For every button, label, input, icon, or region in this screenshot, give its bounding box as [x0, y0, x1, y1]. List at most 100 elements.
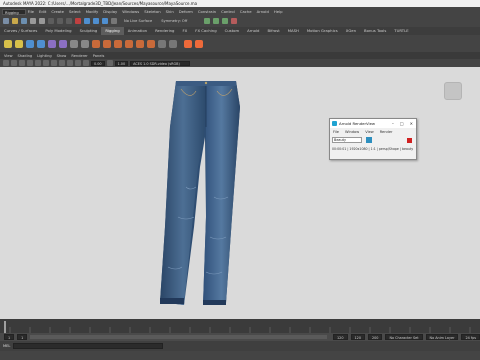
scale-constraint-icon[interactable]	[125, 39, 133, 48]
workspace-selector[interactable]: Rigging	[2, 8, 26, 15]
parent-constraint-icon[interactable]	[92, 39, 100, 48]
arnold-menu-render[interactable]: Render	[380, 130, 393, 134]
panel-menu-view[interactable]: View	[4, 54, 13, 58]
perspective-viewport[interactable]: Arnold RenderView – □ ✕ File Window View…	[0, 67, 480, 319]
redo-icon[interactable]	[39, 18, 45, 24]
symmetry-label[interactable]: Symmetry: Off	[161, 19, 187, 23]
panel-menu-renderer[interactable]: Renderer	[71, 54, 87, 58]
gamma-field[interactable]: 1.00	[114, 60, 129, 66]
sculpt-deformer-icon[interactable]	[195, 39, 203, 48]
xray-icon[interactable]	[75, 60, 81, 66]
menu-edit[interactable]: Edit	[39, 9, 46, 14]
colorspace-dropdown[interactable]: ACES 1.0 SDR-video (sRGB)	[130, 60, 191, 66]
panel-menu-panels[interactable]: Panels	[93, 54, 105, 58]
ik-spline-icon[interactable]	[37, 39, 45, 48]
render-settings-icon[interactable]	[222, 18, 229, 24]
snap-point-icon[interactable]	[93, 18, 99, 24]
snap-curve-icon[interactable]	[84, 18, 90, 24]
menu-file[interactable]: File	[28, 9, 34, 14]
tab-custom[interactable]: Custom	[221, 27, 244, 35]
tab-animation[interactable]: Animation	[124, 27, 151, 35]
camera-icon[interactable]	[3, 60, 9, 66]
render-icon[interactable]	[204, 18, 211, 24]
gamma-icon[interactable]	[106, 60, 113, 66]
select-hierarchy-icon[interactable]	[48, 18, 54, 24]
add-icon[interactable]	[184, 39, 192, 48]
fps-dropdown[interactable]: 24 fps	[461, 334, 480, 340]
menu-skeleton[interactable]: Skeleton	[144, 9, 160, 14]
new-scene-icon[interactable]	[3, 18, 9, 24]
tab-rigging[interactable]: Rigging	[101, 27, 124, 35]
jeans-model[interactable]	[0, 67, 480, 319]
menu-arnold[interactable]: Arnold	[257, 9, 269, 14]
lattice-icon[interactable]	[81, 39, 89, 48]
playback-end-field[interactable]: 120	[333, 334, 348, 340]
menu-skin[interactable]: Skin	[166, 9, 174, 14]
aim-constraint-icon[interactable]	[136, 39, 144, 48]
time-slider[interactable]	[0, 319, 480, 333]
ik-handle-icon[interactable]	[26, 39, 34, 48]
end-frame-field[interactable]: 120	[350, 334, 365, 340]
tab-xgen[interactable]: XGen	[342, 27, 360, 35]
arnold-menu-file[interactable]: File	[333, 130, 339, 134]
snap-view-icon[interactable]	[102, 18, 108, 24]
textured-icon[interactable]	[51, 60, 57, 66]
minimize-icon[interactable]: –	[392, 121, 394, 126]
snap-grid-icon[interactable]	[75, 18, 81, 24]
arnold-menu-window[interactable]: Window	[345, 130, 359, 134]
pole-vector-icon[interactable]	[147, 39, 155, 48]
arnold-menu-view[interactable]: View	[365, 130, 374, 134]
wrap-deformer-icon[interactable]	[169, 39, 177, 48]
aov-dropdown[interactable]: Beauty	[332, 137, 362, 143]
menu-modify[interactable]: Modify	[86, 9, 99, 14]
start-frame-field[interactable]: 1	[4, 334, 15, 340]
tab-bifrost[interactable]: Bifrost	[263, 27, 283, 35]
tab-rendering[interactable]: Rendering	[151, 27, 178, 35]
undo-icon[interactable]	[30, 18, 36, 24]
live-surface-label[interactable]: No Live Surface	[124, 19, 152, 23]
live-surface-icon[interactable]	[111, 18, 117, 24]
maximize-icon[interactable]: □	[400, 121, 404, 126]
tab-curves-surfaces[interactable]: Curves / Surfaces	[0, 27, 41, 35]
point-constraint-icon[interactable]	[103, 39, 111, 48]
arnold-titlebar[interactable]: Arnold RenderView – □ ✕	[330, 119, 416, 128]
menu-select[interactable]: Select	[69, 9, 81, 14]
joint-tool-icon[interactable]	[4, 39, 12, 48]
cluster-icon[interactable]	[70, 39, 78, 48]
select-component-icon[interactable]	[66, 18, 72, 24]
range-slider[interactable]	[30, 335, 328, 339]
panel-menu-shading[interactable]: Shading	[18, 54, 33, 58]
hypershade-icon[interactable]	[231, 18, 238, 24]
exposure-field[interactable]: 0.00	[91, 60, 105, 66]
isolate-icon[interactable]	[83, 60, 89, 66]
panel-menu-lighting[interactable]: Lighting	[37, 54, 52, 58]
tab-fx[interactable]: FX	[178, 27, 191, 35]
close-icon[interactable]: ✕	[410, 121, 413, 126]
shadows-icon[interactable]	[67, 60, 73, 66]
orient-constraint-icon[interactable]	[114, 39, 122, 48]
command-input[interactable]	[13, 343, 164, 349]
max-frame-field[interactable]: 200	[367, 334, 383, 340]
refresh-render-icon[interactable]	[366, 137, 372, 143]
anim-layer-dropdown[interactable]: No Anim Layer	[425, 334, 459, 340]
menu-help[interactable]: Help	[274, 9, 283, 14]
character-set-dropdown[interactable]: No Character Set	[385, 334, 423, 340]
menu-display[interactable]: Display	[103, 9, 117, 14]
smooth-shade-icon[interactable]	[43, 60, 49, 66]
save-scene-icon[interactable]	[21, 18, 27, 24]
open-scene-icon[interactable]	[12, 18, 18, 24]
tab-arnold[interactable]: Arnold	[243, 27, 263, 35]
tab-motion-graphics[interactable]: Motion Graphics	[303, 27, 342, 35]
wireframe-icon[interactable]	[35, 60, 41, 66]
lock-camera-icon[interactable]	[11, 60, 17, 66]
bookmark-icon[interactable]	[19, 60, 25, 66]
paint-weights-icon[interactable]	[59, 39, 67, 48]
bind-skin-icon[interactable]	[48, 39, 56, 48]
ipr-render-icon[interactable]	[213, 18, 220, 24]
grid-icon[interactable]	[27, 60, 33, 66]
menu-cache[interactable]: Cache	[240, 9, 252, 14]
stop-render-icon[interactable]	[407, 137, 412, 143]
playback-start-field[interactable]: 1	[17, 334, 28, 340]
panel-menu-show[interactable]: Show	[57, 54, 67, 58]
tab-fx-caching[interactable]: FX Caching	[191, 27, 220, 35]
